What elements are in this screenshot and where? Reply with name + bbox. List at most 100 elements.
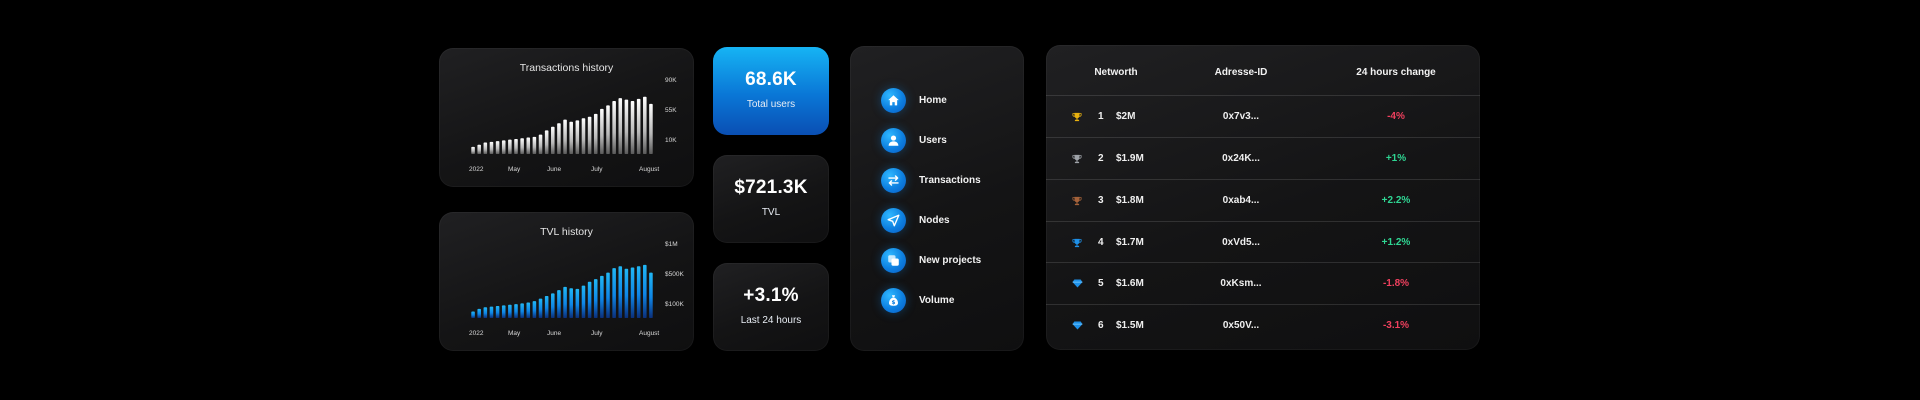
column-header-change[interactable]: 24 hours change: [1336, 67, 1456, 78]
chart-bar: [581, 285, 586, 318]
tvl-history-card: TVL history $1M $500K $100K 2022 May June July…: [439, 212, 694, 351]
rank: 6: [1098, 320, 1104, 331]
x-tick-label: May: [508, 330, 521, 337]
x-tick-label: July: [591, 330, 603, 337]
rank: 2: [1098, 153, 1104, 164]
address-id[interactable]: 0xab4...: [1186, 180, 1296, 221]
chart-bar: [508, 139, 512, 154]
chart-bar: [532, 136, 537, 154]
y-tick-label: $500K: [665, 271, 684, 278]
chart-bar: [495, 141, 500, 154]
table-row[interactable]: 6 $1.5M 0x50V... -3.1%: [1046, 304, 1480, 345]
column-header-address[interactable]: Adresse-ID: [1186, 67, 1296, 78]
total-users-label: Total users: [746, 99, 796, 110]
chart-bar: [563, 119, 567, 154]
chart-bar: [636, 266, 641, 318]
chart-bar: [508, 304, 512, 318]
chart-bar: [575, 288, 580, 318]
copy-icon: [881, 247, 906, 273]
table-row[interactable]: 4 $1.7M 0xVd5... +1.2%: [1046, 221, 1480, 262]
chart-bar: [514, 304, 518, 318]
chart-bar: [630, 267, 635, 318]
x-tick-label: 2022: [469, 166, 484, 173]
address-id[interactable]: 0xVd5...: [1186, 222, 1296, 263]
chart-bar: [544, 295, 549, 318]
table-row[interactable]: 3 $1.8M 0xab4... +2.2%: [1046, 179, 1480, 220]
networth-value: $1.9M: [1116, 153, 1144, 164]
transactions-history-card: Transactions history 90K 55K 10K 2022 May Jun…: [439, 48, 694, 187]
chart-bar: [643, 264, 647, 318]
chart-bar: [569, 288, 573, 318]
chart-bar: [489, 306, 494, 318]
chart-bar: [526, 302, 531, 318]
menu-item-nodes[interactable]: Nodes: [881, 207, 950, 233]
tvl-chart: $1M $500K $100K 2022 May June July August: [469, 241, 684, 337]
chart-bar: [600, 275, 604, 318]
x-tick-label: June: [547, 330, 561, 337]
chart-bar: [501, 305, 506, 318]
chart-bar: [606, 272, 610, 318]
blue-trophy-icon: [1070, 222, 1084, 263]
menu-item-home[interactable]: Home: [881, 87, 947, 113]
chart-bar: [551, 126, 555, 154]
tvl-value: $721.3K: [734, 177, 808, 198]
chart-bar: [593, 113, 598, 154]
menu-label-users: Users: [919, 134, 947, 146]
money-bag-icon: $: [881, 287, 906, 313]
chart-bar: [563, 286, 567, 318]
y-tick-label: 10K: [665, 137, 677, 144]
address-id[interactable]: 0x7v3...: [1186, 96, 1296, 137]
chart-bar: [471, 311, 475, 318]
menu-item-volume[interactable]: $ Volume: [881, 287, 954, 313]
networth-value: $1.5M: [1116, 320, 1144, 331]
gem-icon: [1070, 263, 1084, 304]
chart-bar: [618, 98, 623, 154]
change-value: -4%: [1387, 111, 1405, 122]
menu-label-new-projects: New projects: [919, 254, 982, 266]
address-id[interactable]: 0xKsm...: [1186, 263, 1296, 304]
rank: 1: [1098, 111, 1104, 122]
x-tick-label: June: [547, 166, 561, 173]
total-users-value: 68.6K: [745, 69, 797, 90]
chart-bar: [624, 99, 629, 154]
chart-bar: [618, 266, 623, 318]
menu-item-users[interactable]: Users: [881, 127, 947, 153]
x-tick-label: May: [508, 166, 521, 173]
chart-bar: [569, 121, 573, 154]
menu-item-transactions[interactable]: Transactions: [881, 167, 981, 193]
silver-trophy-icon: [1070, 138, 1084, 179]
x-tick-label: August: [639, 166, 659, 173]
chart-bar: [520, 303, 524, 318]
networth-value: $1.8M: [1116, 195, 1144, 206]
svg-text:$: $: [892, 300, 896, 306]
chart-bar: [649, 272, 653, 318]
menu-label-nodes: Nodes: [919, 214, 950, 226]
table-row[interactable]: 2 $1.9M 0x24K... +1%: [1046, 137, 1480, 178]
change-value: -3.1%: [1382, 320, 1410, 331]
x-tick-label: July: [591, 166, 603, 173]
gem-icon: [1070, 305, 1084, 346]
chart-bar: [532, 301, 537, 318]
user-icon: [881, 127, 906, 153]
y-tick-label: 55K: [665, 107, 677, 114]
column-header-networth[interactable]: Networth: [1066, 67, 1166, 78]
nav-menu: Home Users Transactions Nodes New projec…: [850, 46, 1024, 351]
change-value: +2.2%: [1381, 195, 1411, 206]
table-row[interactable]: 1 $2M 0x7v3... -4%: [1046, 95, 1480, 136]
menu-item-new-projects[interactable]: New projects: [881, 247, 981, 273]
chart-bar: [495, 306, 500, 318]
chart-bar: [483, 307, 488, 318]
home-icon: [881, 87, 906, 113]
table-row[interactable]: 5 $1.6M 0xKsm... -1.8%: [1046, 262, 1480, 303]
change-card: +3.1% Last 24 hours: [713, 263, 829, 351]
chart-bar: [557, 123, 561, 154]
transfer-arrows-icon: [881, 167, 906, 193]
tvl-label: TVL: [761, 207, 781, 218]
address-id[interactable]: 0x50V...: [1186, 305, 1296, 346]
chart-bar: [514, 138, 518, 154]
menu-label-transactions: Transactions: [919, 174, 981, 186]
bronze-trophy-icon: [1070, 180, 1084, 221]
address-id[interactable]: 0x24K...: [1186, 138, 1296, 179]
chart-bar: [593, 279, 598, 318]
chart-bar: [538, 298, 543, 318]
